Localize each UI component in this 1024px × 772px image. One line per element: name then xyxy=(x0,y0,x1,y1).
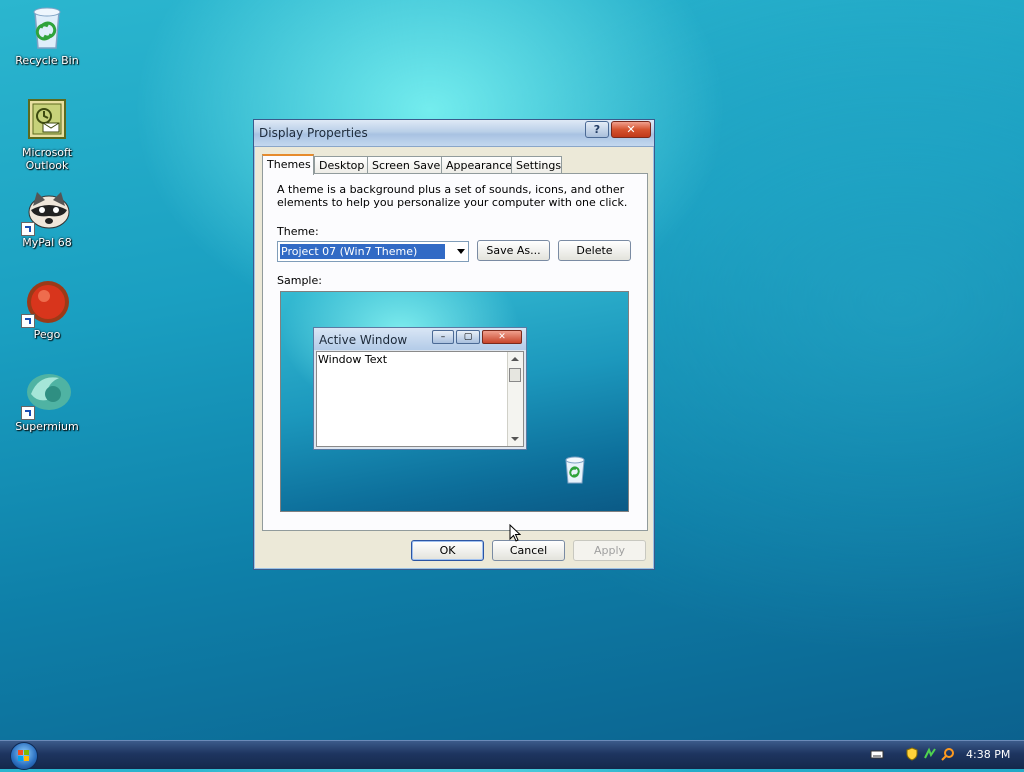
sample-window-text: Window Text xyxy=(318,353,388,366)
theme-label: Theme: xyxy=(277,225,319,238)
desktop-icon-label: MyPal 68 xyxy=(22,236,72,249)
sample-recycle-bin-icon xyxy=(563,456,587,484)
dropdown-arrow-icon[interactable] xyxy=(457,249,465,254)
minimize-icon: – xyxy=(432,330,454,344)
outlook-icon xyxy=(23,96,71,144)
desktop-icon-mypal[interactable]: MyPal 68 xyxy=(12,186,82,249)
theme-description: A theme is a background plus a set of so… xyxy=(277,183,628,209)
recycle-bin-icon xyxy=(23,4,71,52)
tab-appearance[interactable]: Appearance xyxy=(441,156,512,174)
display-properties-dialog: Display Properties ? ✕ Themes Desktop Sc… xyxy=(253,119,655,570)
sample-window-titlebar: Active Window – ▢ ✕ xyxy=(314,328,526,350)
themes-panel: A theme is a background plus a set of so… xyxy=(262,173,648,531)
desktop-icon-label: Recycle Bin xyxy=(15,54,79,67)
sample-scrollbar xyxy=(507,352,523,446)
ok-button[interactable]: OK xyxy=(411,540,484,561)
save-as-button[interactable]: Save As... xyxy=(477,240,550,261)
desktop-icon-label: Supermium xyxy=(15,420,79,433)
apply-button[interactable]: Apply xyxy=(573,540,646,561)
taskbar: 4:38 PM xyxy=(0,740,1024,770)
raccoon-icon xyxy=(21,186,71,236)
dialog-title: Display Properties xyxy=(259,126,368,140)
network-icon[interactable] xyxy=(923,747,937,761)
sample-window-body: Window Text xyxy=(316,351,524,447)
sample-active-window: Active Window – ▢ ✕ Window Text xyxy=(313,327,527,450)
sample-window-title: Active Window xyxy=(319,333,408,347)
tab-screen-saver[interactable]: Screen Saver xyxy=(367,156,445,174)
supermium-icon xyxy=(21,370,71,420)
theme-select-value: Project 07 (Win7 Theme) xyxy=(280,244,445,259)
scroll-up-icon xyxy=(511,357,519,361)
shortcut-arrow-icon xyxy=(21,314,35,328)
mouse-pointer-icon xyxy=(509,523,522,542)
cancel-button[interactable]: Cancel xyxy=(492,540,565,561)
tab-settings[interactable]: Settings xyxy=(511,156,562,174)
theme-select[interactable]: Project 07 (Win7 Theme) xyxy=(277,241,469,262)
desktop-icon-supermium[interactable]: Supermium xyxy=(12,370,82,433)
close-button[interactable]: ✕ xyxy=(611,121,651,138)
shortcut-arrow-icon xyxy=(21,222,35,236)
close-icon: ✕ xyxy=(482,330,522,344)
start-button[interactable] xyxy=(10,742,38,770)
tab-themes[interactable]: Themes xyxy=(262,154,314,175)
delete-button[interactable]: Delete xyxy=(558,240,631,261)
desktop-icon-label: Pego xyxy=(33,328,61,341)
search-icon[interactable] xyxy=(941,747,955,761)
desktop-icon-recycle-bin[interactable]: Recycle Bin xyxy=(12,4,82,67)
windows-logo-icon xyxy=(18,750,29,761)
scroll-thumb xyxy=(509,368,521,382)
desktop-icon-label: Microsoft Outlook xyxy=(21,146,73,172)
dialog-titlebar[interactable]: Display Properties ? ✕ xyxy=(254,120,654,147)
tab-desktop[interactable]: Desktop xyxy=(314,156,368,174)
desktop-icon-outlook[interactable]: Microsoft Outlook xyxy=(12,96,82,172)
shortcut-arrow-icon xyxy=(21,406,35,420)
keyboard-icon[interactable] xyxy=(870,747,884,761)
theme-sample-preview: Active Window – ▢ ✕ Window Text xyxy=(280,291,629,512)
security-shield-icon[interactable] xyxy=(905,747,919,761)
pego-icon xyxy=(21,278,71,328)
sample-label: Sample: xyxy=(277,274,322,287)
help-button[interactable]: ? xyxy=(585,121,609,138)
scroll-down-icon xyxy=(511,437,519,441)
desktop-icon-pego[interactable]: Pego xyxy=(12,278,82,341)
taskbar-clock[interactable]: 4:38 PM xyxy=(966,748,1010,761)
maximize-icon: ▢ xyxy=(456,330,480,344)
